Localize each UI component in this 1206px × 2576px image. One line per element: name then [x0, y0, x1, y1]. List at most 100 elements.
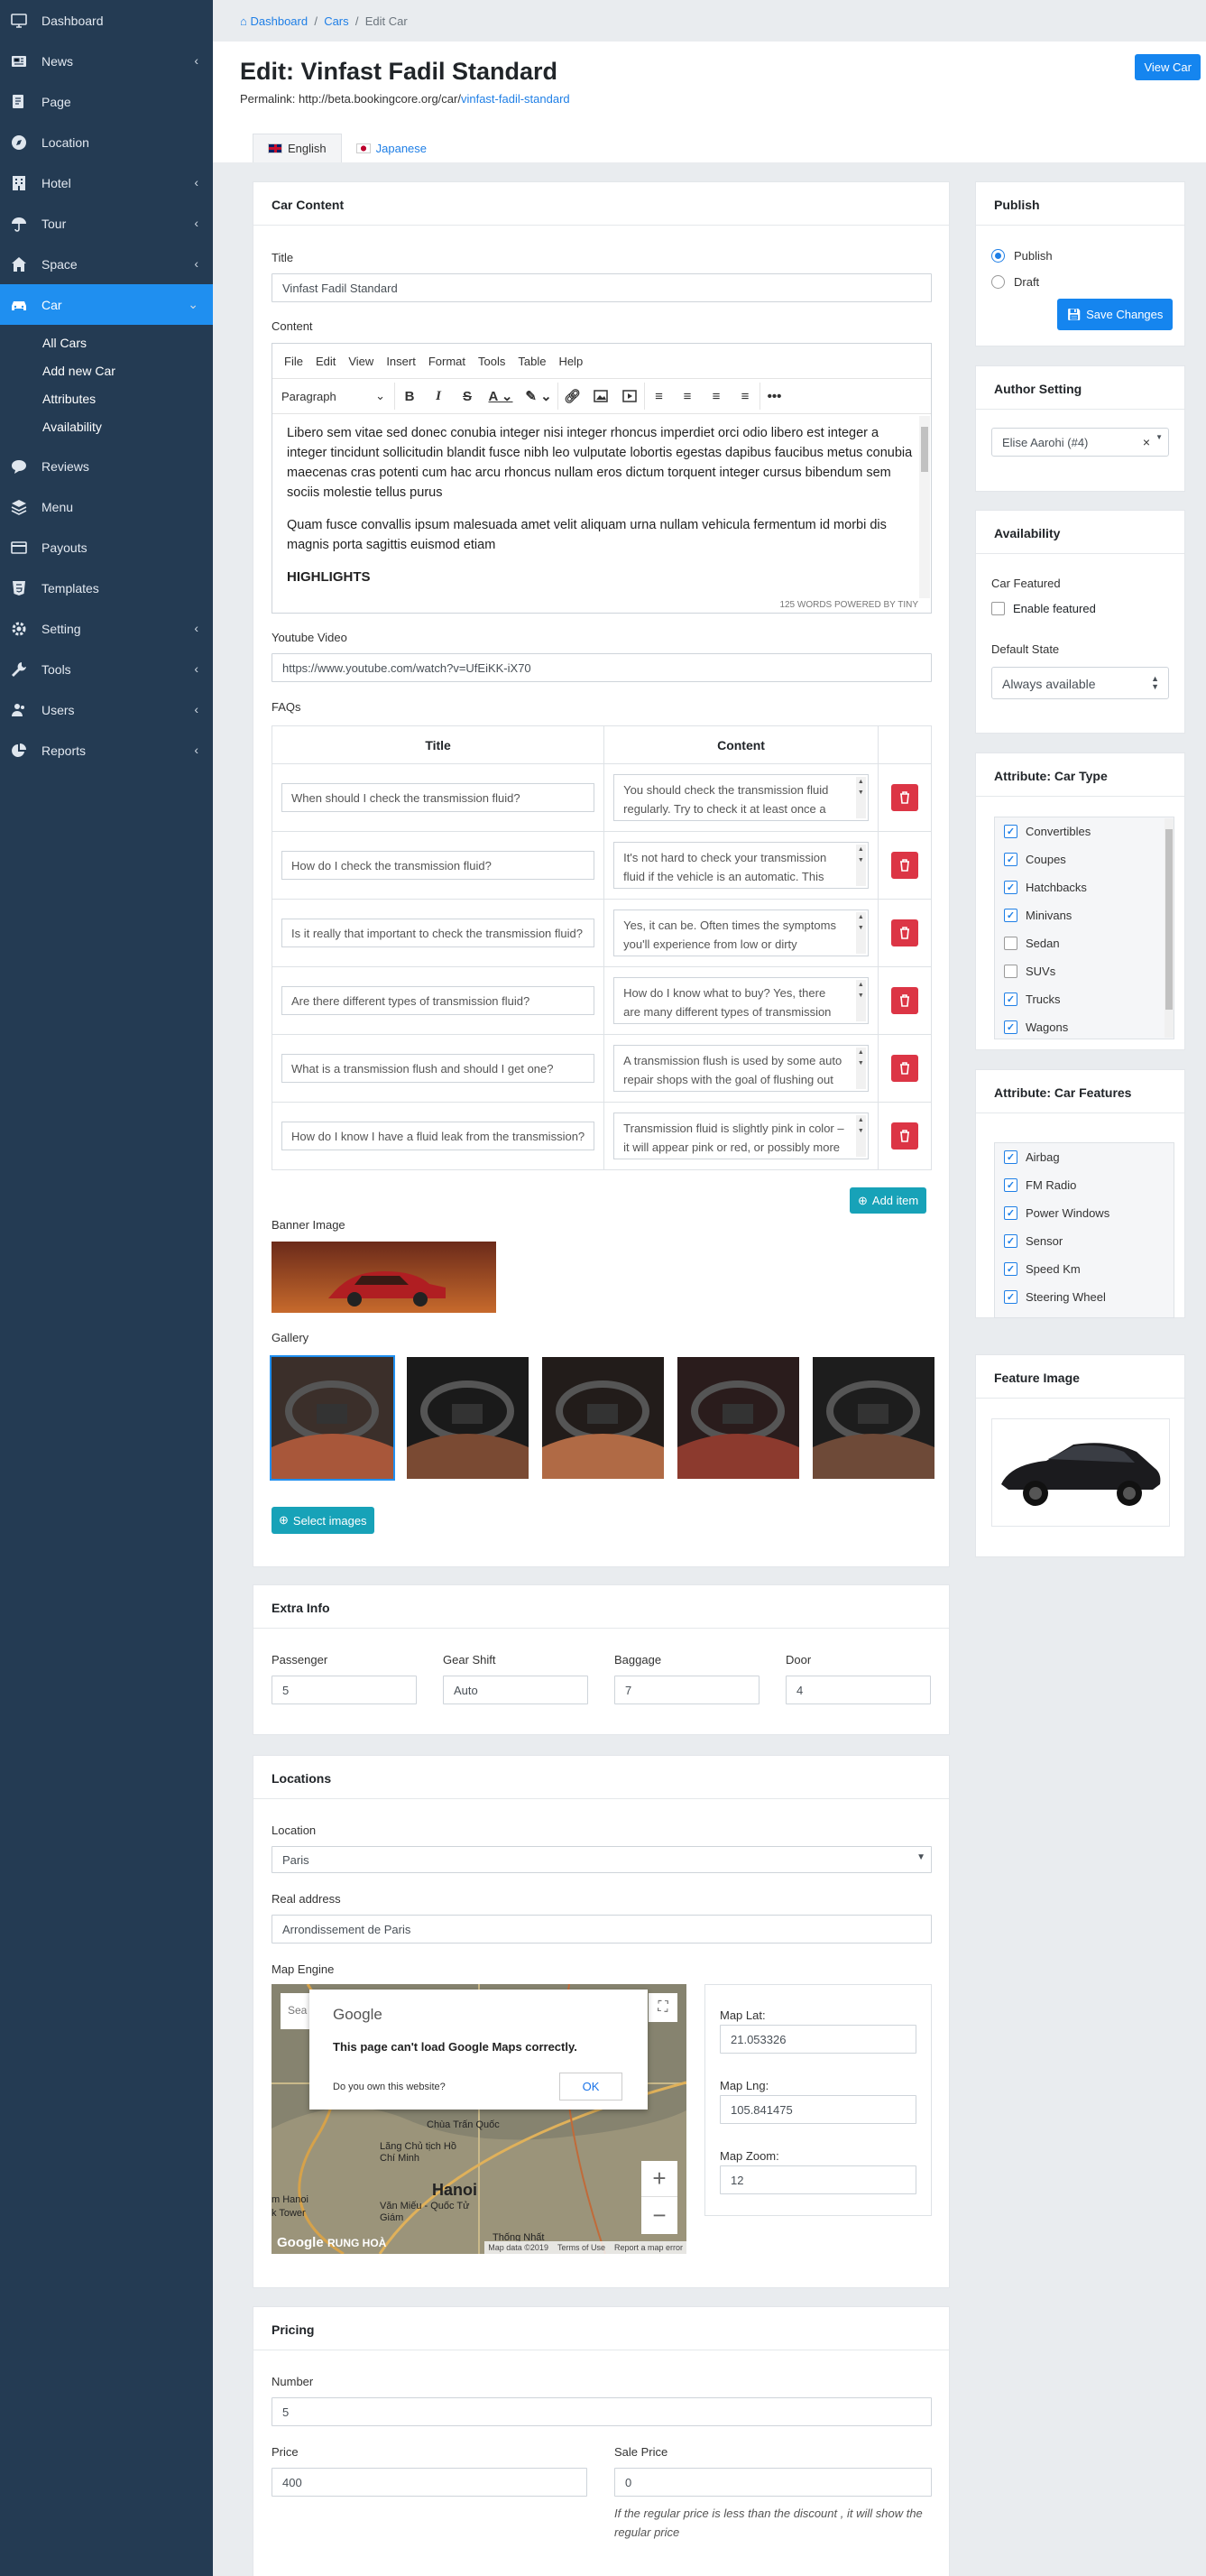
checkbox-checked[interactable]: ✓ — [1004, 825, 1017, 838]
checkbox-checked[interactable]: ✓ — [1004, 1290, 1017, 1304]
zoom-out-icon[interactable]: − — [641, 2197, 677, 2233]
gallery-image[interactable] — [407, 1357, 529, 1479]
price-input[interactable]: 400 — [272, 2468, 587, 2497]
faq-content-textarea[interactable]: How do I know what to buy? Yes, there ar… — [613, 977, 869, 1024]
faq-content-textarea[interactable]: A transmission flush is used by some aut… — [613, 1045, 869, 1092]
sidebar-item-payouts[interactable]: Payouts — [0, 527, 213, 568]
sidebar-item-reports[interactable]: Reports ‹ — [0, 730, 213, 771]
sidebar-item-space[interactable]: Space ‹ — [0, 244, 213, 284]
gallery-image[interactable] — [677, 1357, 799, 1479]
attr-item-suvs[interactable]: SUVs — [995, 957, 1174, 985]
faq-title-input[interactable]: How do I check the transmission fluid? — [281, 851, 595, 880]
editor-menu-table[interactable]: Table — [511, 355, 552, 368]
door-input[interactable]: 4 — [786, 1676, 931, 1704]
delete-faq-button[interactable] — [890, 1055, 918, 1082]
editor-body[interactable]: Libero sem vitae sed donec conubia integ… — [272, 414, 931, 595]
media-icon[interactable] — [615, 383, 644, 410]
italic-icon[interactable]: I — [424, 383, 453, 410]
sidebar-item-tools[interactable]: Tools ‹ — [0, 649, 213, 689]
sidebar-item-tour[interactable]: Tour ‹ — [0, 203, 213, 244]
title-input[interactable]: Vinfast Fadil Standard — [272, 273, 932, 302]
checkbox-unchecked[interactable] — [1004, 937, 1017, 950]
checkbox-checked[interactable]: ✓ — [1004, 909, 1017, 922]
editor-menu-file[interactable]: File — [278, 355, 309, 368]
banner-image[interactable] — [272, 1242, 496, 1313]
feature-image[interactable] — [991, 1418, 1170, 1527]
sidebar-item-dashboard[interactable]: Dashboard — [0, 0, 213, 41]
attr-item-sedan[interactable]: Sedan — [995, 929, 1174, 957]
sidebar-item-reviews[interactable]: Reviews — [0, 446, 213, 486]
sidebar-sub-attributes[interactable]: Attributes — [0, 384, 213, 412]
youtube-input[interactable]: https://www.youtube.com/watch?v=UfEiKK-i… — [272, 653, 932, 682]
fullscreen-icon[interactable]: ⛶ — [649, 1993, 677, 2022]
lng-input[interactable]: 105.841475 — [720, 2095, 916, 2124]
more-icon[interactable]: ••• — [760, 383, 788, 410]
text-color-icon[interactable]: A ⌄ — [482, 383, 520, 410]
publish-radio[interactable] — [991, 249, 1005, 263]
checkbox-unchecked[interactable] — [1004, 965, 1017, 978]
attr-item-convertibles[interactable]: ✓ Convertibles — [995, 817, 1174, 845]
sidebar-item-templates[interactable]: Templates — [0, 568, 213, 608]
attr-item-speed-km[interactable]: ✓ Speed Km — [995, 1255, 1174, 1283]
sidebar-item-menu[interactable]: Menu — [0, 486, 213, 527]
lat-input[interactable]: 21.053326 — [720, 2025, 916, 2054]
breadcrumb-cars[interactable]: Cars — [324, 14, 348, 28]
highlight-icon[interactable]: ✎ ⌄ — [520, 383, 557, 410]
checkbox-checked[interactable]: ✓ — [1004, 853, 1017, 866]
attr-item-steering-wheel[interactable]: ✓ Steering Wheel — [995, 1283, 1174, 1311]
enable-featured[interactable]: Enable featured — [991, 602, 1096, 615]
sidebar-sub-add-car[interactable]: Add new Car — [0, 356, 213, 384]
editor-menu-tools[interactable]: Tools — [472, 355, 511, 368]
faq-content-textarea[interactable]: Transmission fluid is slightly pink in c… — [613, 1113, 869, 1159]
sale-price-input[interactable]: 0 — [614, 2468, 932, 2497]
checkbox-checked[interactable]: ✓ — [1004, 993, 1017, 1006]
editor-menu-view[interactable]: View — [342, 355, 380, 368]
permalink-link[interactable]: vinfast-fadil-standard — [461, 92, 570, 106]
editor-menu-insert[interactable]: Insert — [380, 355, 422, 368]
map-report-link[interactable]: Report a map error — [614, 2243, 683, 2252]
editor-menu-help[interactable]: Help — [552, 355, 589, 368]
default-state-select[interactable]: Always available ▲ ▼ — [991, 667, 1169, 699]
attr-item-airbag[interactable]: ✓ Airbag — [995, 1143, 1174, 1171]
checkbox-checked[interactable]: ✓ — [1004, 881, 1017, 894]
faq-content-textarea[interactable]: You should check the transmission fluid … — [613, 774, 869, 821]
enable-featured-checkbox[interactable] — [991, 602, 1005, 615]
align-right-icon[interactable]: ≡ — [702, 383, 731, 410]
align-center-icon[interactable]: ≡ — [673, 383, 702, 410]
number-input[interactable]: 5 — [272, 2397, 932, 2426]
attr-item-fm-radio[interactable]: ✓ FM Radio — [995, 1171, 1174, 1199]
view-car-button[interactable]: View Car — [1135, 54, 1201, 80]
attr-item-sensor[interactable]: ✓ Sensor — [995, 1227, 1174, 1255]
checkbox-checked[interactable]: ✓ — [1004, 1262, 1017, 1276]
tab-english[interactable]: English — [253, 134, 342, 162]
checkbox-checked[interactable]: ✓ — [1004, 1206, 1017, 1220]
delete-faq-button[interactable] — [890, 987, 918, 1014]
sidebar-item-users[interactable]: Users ‹ — [0, 689, 213, 730]
add-item-button[interactable]: ⊕ Add item — [850, 1187, 927, 1214]
sidebar-item-hotel[interactable]: Hotel ‹ — [0, 162, 213, 203]
sidebar-item-car[interactable]: Car ⌄ — [0, 284, 213, 325]
passenger-input[interactable]: 5 — [272, 1676, 417, 1704]
attr-item-coupes[interactable]: ✓ Coupes — [995, 845, 1174, 873]
zoom-input[interactable]: 12 — [720, 2165, 916, 2194]
breadcrumb-home[interactable]: ⌂ Dashboard — [240, 14, 308, 28]
link-icon[interactable]: 🔗︎ — [557, 383, 586, 410]
checkbox-checked[interactable]: ✓ — [1004, 1150, 1017, 1164]
location-select[interactable]: Paris ▼ — [272, 1846, 932, 1873]
delete-faq-button[interactable] — [890, 784, 918, 811]
author-select[interactable]: Elise Aarohi (#4) × ▼ — [991, 428, 1169, 457]
gallery-image[interactable] — [270, 1355, 395, 1481]
map[interactable]: Sea ⛶ Google This page can't load Google… — [272, 1984, 686, 2254]
strikethrough-icon[interactable]: S — [453, 383, 482, 410]
editor-menu-edit[interactable]: Edit — [309, 355, 342, 368]
sidebar-sub-availability[interactable]: Availability — [0, 412, 213, 440]
clear-icon[interactable]: × — [1143, 435, 1150, 449]
attr-item-trucks[interactable]: ✓ Trucks — [995, 985, 1174, 1013]
delete-faq-button[interactable] — [890, 1122, 918, 1150]
attr-item-hatchbacks[interactable]: ✓ Hatchbacks — [995, 873, 1174, 901]
baggage-input[interactable]: 7 — [614, 1676, 760, 1704]
gallery-image[interactable] — [542, 1357, 664, 1479]
gallery-image[interactable] — [813, 1357, 934, 1479]
faq-content-textarea[interactable]: Yes, it can be. Often times the symptoms… — [613, 909, 869, 956]
faq-title-input[interactable]: Is it really that important to check the… — [281, 919, 595, 947]
